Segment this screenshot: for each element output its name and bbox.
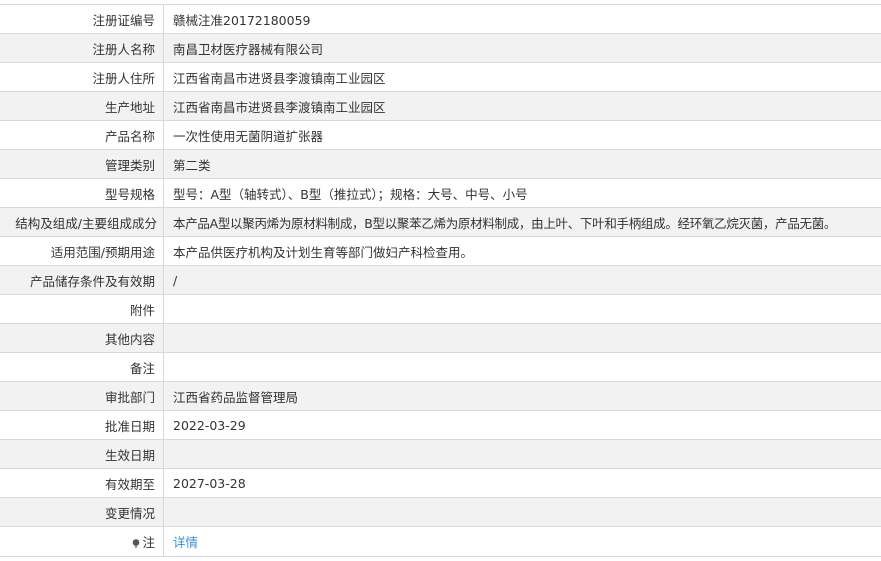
row-value: 江西省南昌市进贤县李渡镇南工业园区 — [173, 99, 386, 115]
row-label: 备注 — [0, 352, 164, 382]
row-value — [164, 353, 881, 382]
row-value: 赣械注准20172180059 — [173, 12, 311, 28]
row-registrant-name: 注册人名称 南昌卫材医疗器械有限公司 — [0, 33, 881, 63]
row-label: 结构及组成/主要组成成分 — [0, 207, 164, 237]
row-label: 管理类别 — [0, 149, 164, 179]
row-label: 注册证编号 — [0, 4, 164, 34]
row-value: 2027-03-28 — [173, 475, 246, 491]
pin-icon — [132, 536, 140, 548]
row-value: 2022-03-29 — [173, 417, 246, 433]
row-value: 一次性使用无菌阴道扩张器 — [173, 128, 324, 144]
row-production-address: 生产地址 江西省南昌市进贤县李渡镇南工业园区 — [0, 91, 881, 121]
row-label: 其他内容 — [0, 323, 164, 353]
row-remarks: 备注 — [0, 352, 881, 382]
row-model-spec: 型号规格 型号：A型（轴转式）、B型（推拉式）；规格：大号、中号、小号 — [0, 178, 881, 208]
note-label: 注 — [142, 535, 155, 550]
row-scope-intended-use: 适用范围/预期用途 本产品供医疗机构及计划生育等部门做妇产科检查用。 — [0, 236, 881, 266]
row-effective-date: 生效日期 — [0, 439, 881, 469]
row-note: 注 详情 — [0, 526, 881, 557]
row-label: 有效期至 — [0, 468, 164, 498]
row-label: 注册人名称 — [0, 33, 164, 63]
row-value: 江西省南昌市进贤县李渡镇南工业园区 — [173, 70, 386, 86]
row-label: 适用范围/预期用途 — [0, 236, 164, 266]
row-label: 生效日期 — [0, 439, 164, 469]
row-storage-validity: 产品储存条件及有效期 / — [0, 265, 881, 295]
note-label-cell: 注 — [0, 526, 164, 557]
row-label: 附件 — [0, 294, 164, 324]
row-label: 批准日期 — [0, 410, 164, 440]
row-approval-date: 批准日期 2022-03-29 — [0, 410, 881, 440]
row-value: 江西省药品监督管理局 — [173, 389, 299, 405]
row-value — [164, 324, 881, 353]
row-management-category: 管理类别 第二类 — [0, 149, 881, 179]
row-label: 注册人住所 — [0, 62, 164, 92]
note-value-cell: 详情 — [164, 527, 881, 557]
row-structure-composition: 结构及组成/主要组成成分 本产品A型以聚丙烯为原材料制成，B型以聚苯乙烯为原材料… — [0, 207, 881, 237]
row-approval-department: 审批部门 江西省药品监督管理局 — [0, 381, 881, 411]
row-value: 南昌卫材医疗器械有限公司 — [173, 41, 324, 57]
row-label: 变更情况 — [0, 497, 164, 527]
row-value — [164, 440, 881, 469]
row-label: 审批部门 — [0, 381, 164, 411]
device-registration-table: 注册证编号 赣械注准20172180059 注册人名称 南昌卫材医疗器械有限公司… — [0, 4, 881, 557]
row-label: 产品名称 — [0, 120, 164, 150]
row-label: 型号规格 — [0, 178, 164, 208]
row-value: 型号：A型（轴转式）、B型（推拉式）；规格：大号、中号、小号 — [173, 186, 528, 202]
row-label: 生产地址 — [0, 91, 164, 121]
row-product-name: 产品名称 一次性使用无菌阴道扩张器 — [0, 120, 881, 150]
row-value: 本产品A型以聚丙烯为原材料制成，B型以聚苯乙烯为原材料制成，由上叶、下叶和手柄组… — [173, 215, 837, 231]
row-value — [164, 295, 881, 324]
details-link[interactable]: 详情 — [173, 535, 198, 550]
row-label: 产品储存条件及有效期 — [0, 265, 164, 295]
row-valid-until: 有效期至 2027-03-28 — [0, 468, 881, 498]
row-value: 本产品供医疗机构及计划生育等部门做妇产科检查用。 — [173, 244, 474, 260]
row-other-content: 其他内容 — [0, 323, 881, 353]
row-attachment: 附件 — [0, 294, 881, 324]
row-value — [164, 498, 881, 527]
row-registration-number: 注册证编号 赣械注准20172180059 — [0, 4, 881, 34]
row-change-status: 变更情况 — [0, 497, 881, 527]
row-value: 第二类 — [173, 157, 211, 173]
row-value: / — [173, 272, 178, 288]
row-registrant-address: 注册人住所 江西省南昌市进贤县李渡镇南工业园区 — [0, 62, 881, 92]
